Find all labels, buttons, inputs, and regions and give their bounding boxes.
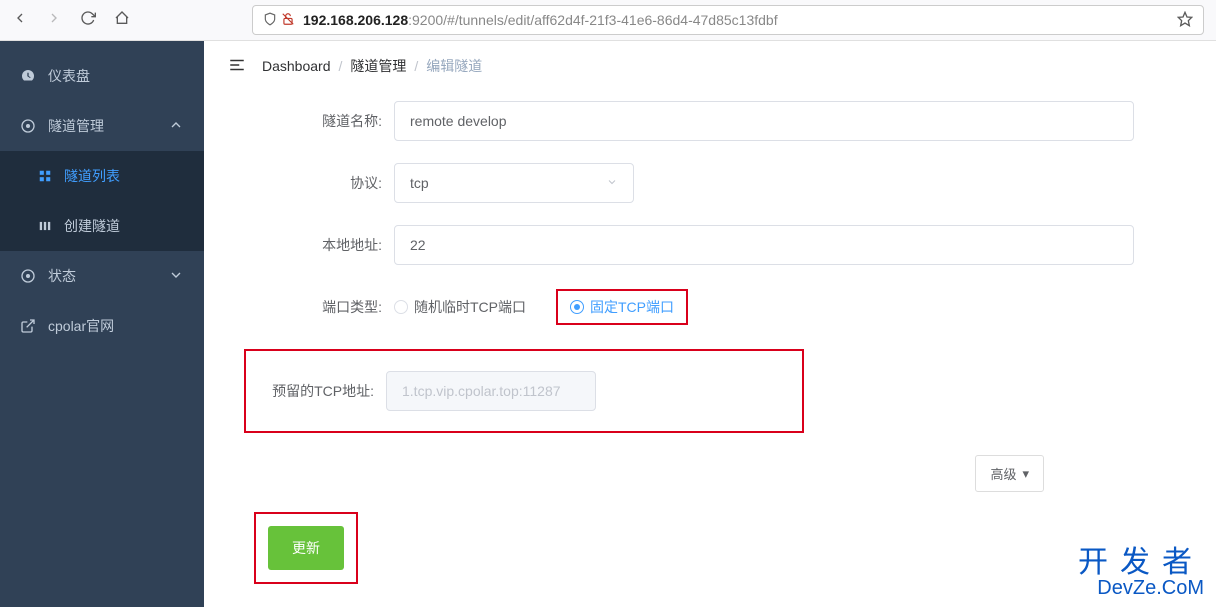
browser-toolbar: 192.168.206.128:9200/#/tunnels/edit/aff6… xyxy=(0,0,1216,41)
breadcrumb-tunnel-mgmt[interactable]: 隧道管理 xyxy=(350,56,406,76)
advanced-label: 高级 xyxy=(990,464,1016,483)
bookmark-icon[interactable] xyxy=(1177,11,1193,30)
local-addr-input[interactable] xyxy=(394,225,1134,265)
protocol-select[interactable]: tcp xyxy=(394,163,634,203)
sidebar-item-cpolar-site[interactable]: cpolar官网 xyxy=(0,301,204,351)
sidebar-item-status[interactable]: 状态 xyxy=(0,251,204,301)
radio-icon xyxy=(570,300,584,314)
sidebar-item-tunnel-create[interactable]: 创建隧道 xyxy=(0,201,204,251)
port-type-random-radio[interactable]: 随机临时TCP端口 xyxy=(394,297,526,317)
local-addr-label: 本地地址: xyxy=(254,235,394,255)
sidebar-item-dashboard[interactable]: 仪表盘 xyxy=(0,51,204,101)
target-icon xyxy=(20,268,36,284)
menu-toggle-icon[interactable] xyxy=(228,56,246,77)
watermark-en: DevZe.CoM xyxy=(1078,578,1204,599)
sidebar-status-label: 状态 xyxy=(48,266,76,286)
breadcrumb: Dashboard / 隧道管理 / 编辑隧道 xyxy=(262,56,482,76)
nav-forward-icon[interactable] xyxy=(46,10,62,31)
reserved-tcp-label: 预留的TCP地址: xyxy=(246,381,386,401)
breadcrumb-edit-tunnel: 编辑隧道 xyxy=(426,56,482,76)
sidebar: 仪表盘 隧道管理 隧道列表 创建隧道 状态 cpolar官网 xyxy=(0,41,204,607)
nav-home-icon[interactable] xyxy=(114,10,130,31)
protocol-value: tcp xyxy=(410,175,429,191)
breadcrumb-dashboard[interactable]: Dashboard xyxy=(262,58,331,74)
reserved-tcp-input[interactable] xyxy=(386,371,596,411)
main-content: Dashboard / 隧道管理 / 编辑隧道 隧道名称: 协议: tcp 本地… xyxy=(204,41,1216,607)
port-type-label: 端口类型: xyxy=(254,297,394,317)
chevron-down-icon xyxy=(168,267,184,286)
sidebar-dashboard-label: 仪表盘 xyxy=(48,66,90,86)
nav-back-icon[interactable] xyxy=(12,10,28,31)
port-type-fixed-radio[interactable]: 固定TCP端口 xyxy=(570,297,674,317)
watermark: 开发者 DevZe.CoM xyxy=(1078,547,1204,600)
grid-icon xyxy=(38,169,52,183)
lock-slash-icon xyxy=(281,12,295,29)
sidebar-tunnel-create-label: 创建隧道 xyxy=(64,216,120,236)
nav-reload-icon[interactable] xyxy=(80,10,96,31)
sidebar-tunnel-list-label: 隧道列表 xyxy=(64,166,120,186)
breadcrumb-sep: / xyxy=(414,58,418,74)
port-type-fixed-label: 固定TCP端口 xyxy=(590,297,674,317)
tunnel-name-label: 隧道名称: xyxy=(254,111,394,131)
shield-icon xyxy=(263,12,277,29)
target-icon xyxy=(20,118,36,134)
external-link-icon xyxy=(20,318,36,334)
update-button[interactable]: 更新 xyxy=(268,526,344,570)
port-type-random-label: 随机临时TCP端口 xyxy=(414,297,526,317)
sidebar-tunnel-mgmt-label: 隧道管理 xyxy=(48,116,104,136)
chevron-up-icon xyxy=(168,117,184,136)
url-bar[interactable]: 192.168.206.128:9200/#/tunnels/edit/aff6… xyxy=(252,5,1204,35)
sidebar-cpolar-label: cpolar官网 xyxy=(48,316,114,336)
sidebar-item-tunnel-list[interactable]: 隧道列表 xyxy=(0,151,204,201)
grid-icon xyxy=(38,219,52,233)
url-text: 192.168.206.128:9200/#/tunnels/edit/aff6… xyxy=(303,12,778,28)
gauge-icon xyxy=(20,68,36,84)
advanced-button[interactable]: 高级 ▾ xyxy=(975,455,1044,492)
radio-icon xyxy=(394,300,408,314)
tunnel-name-input[interactable] xyxy=(394,101,1134,141)
sidebar-item-tunnel-mgmt[interactable]: 隧道管理 xyxy=(0,101,204,151)
protocol-label: 协议: xyxy=(254,173,394,193)
watermark-cn: 开发者 xyxy=(1078,547,1204,579)
breadcrumb-sep: / xyxy=(339,58,343,74)
chevron-down-icon xyxy=(606,175,618,191)
caret-down-icon: ▾ xyxy=(1022,466,1029,482)
